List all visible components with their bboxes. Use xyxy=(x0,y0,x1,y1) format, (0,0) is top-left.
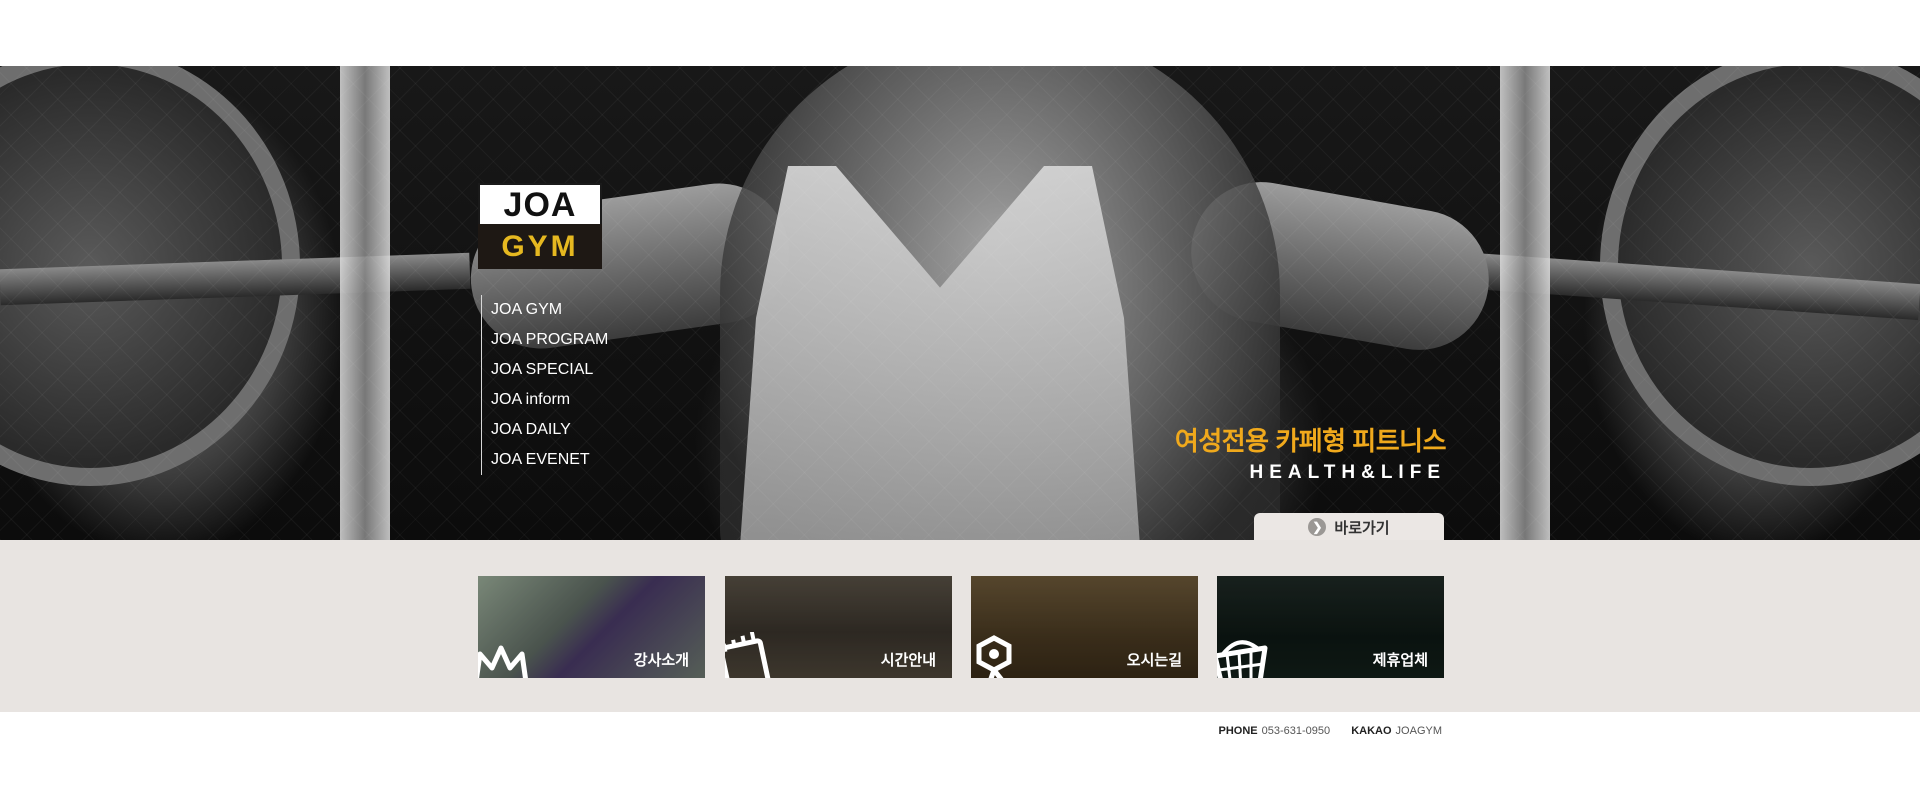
go-button[interactable]: ❯ 바로가기 xyxy=(1254,513,1444,541)
tile-instructors[interactable]: 강사소개 xyxy=(478,576,705,678)
nav-item-joa-daily[interactable]: JOA DAILY xyxy=(491,415,608,445)
tile-partners[interactable]: 제휴업체 xyxy=(1217,576,1444,678)
nav-item-joa-event[interactable]: JOA EVENET xyxy=(491,445,608,475)
tagline-korean: 여성전용 카페형 피트니스 xyxy=(1174,426,1447,456)
logo-line-1: JOA xyxy=(478,183,602,224)
tile-directions[interactable]: 오시는길 xyxy=(971,576,1198,678)
nav-item-joa-special[interactable]: JOA SPECIAL xyxy=(491,355,608,385)
kakao-id: JOAGYM xyxy=(1395,725,1442,737)
diagonal-pattern-overlay xyxy=(0,66,1920,540)
crown-icon xyxy=(478,645,528,678)
nav-item-joa-program[interactable]: JOA PROGRAM xyxy=(491,325,608,355)
logo-line-2: GYM xyxy=(478,224,602,269)
joa-gym-logo[interactable]: JOA GYM xyxy=(478,183,602,269)
location-icon xyxy=(976,635,1012,678)
kakao-label: KAKAO xyxy=(1351,725,1392,737)
contact-footer: PHONE 053-631-0950 KAKAO JOAGYM xyxy=(1219,725,1443,737)
nav-item-joa-inform[interactable]: JOA inform xyxy=(491,385,608,415)
tile-label: 강사소개 xyxy=(633,652,689,669)
quick-menu-band xyxy=(0,540,1920,712)
tagline-english: HEALTH&LIFE xyxy=(1249,462,1446,483)
hero-banner xyxy=(0,66,1920,540)
arrow-right-icon: ❯ xyxy=(1308,518,1327,536)
hero-tagline: 여성전용 카페형 피트니스 HEALTH&LIFE xyxy=(1174,421,1447,484)
phone-label: PHONE xyxy=(1218,725,1258,737)
tile-label: 시간안내 xyxy=(880,652,936,669)
main-nav: JOA GYM JOA PROGRAM JOA SPECIAL JOA info… xyxy=(481,295,608,475)
nav-item-joa-gym[interactable]: JOA GYM xyxy=(491,295,608,325)
note-icon xyxy=(725,632,772,678)
tile-label: 제휴업체 xyxy=(1372,652,1428,669)
go-button-label: 바로가기 xyxy=(1334,519,1390,537)
tile-label: 오시는길 xyxy=(1126,652,1182,669)
tile-schedule[interactable]: 시간안내 xyxy=(725,576,952,678)
basket-icon xyxy=(1217,640,1268,678)
phone-number: 053-631-0950 xyxy=(1261,725,1331,737)
